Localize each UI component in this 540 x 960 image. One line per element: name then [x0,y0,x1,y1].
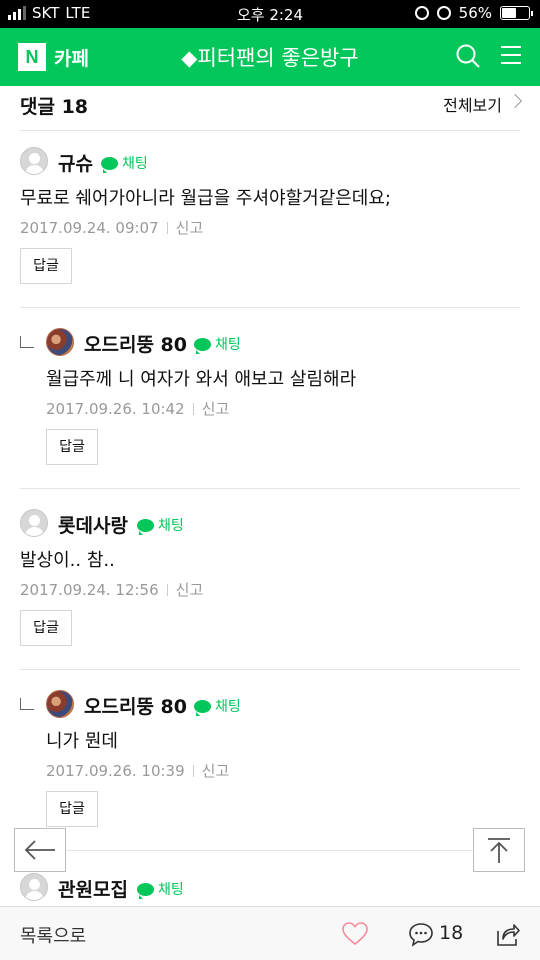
chat-button[interactable]: 채팅 [137,515,184,535]
chat-label: 채팅 [158,882,184,898]
separator [192,764,194,777]
comment-date: 2017.09.24. 12:56 [20,580,159,599]
scroll-top-icon [488,838,510,863]
back-to-list-button[interactable]: 목록으로 [20,922,86,948]
chat-label: 채팅 [215,337,241,353]
comment-count[interactable]: 18 [439,922,463,944]
comment-item: 규슈 채팅 무료로 쉐어가아니라 월급을 주셔야할거같은데요; 2017.09.… [0,131,540,307]
status-bar: SKT LTE 오후 2:24 56% [0,0,540,28]
chat-icon [194,337,211,354]
chat-icon [101,156,118,173]
comment-meta: 2017.09.26. 10:39 신고 [46,760,229,781]
avatar[interactable] [20,873,48,901]
comment-meta: 2017.09.24. 09:07 신고 [20,217,203,238]
view-all-link[interactable]: 전체보기 [443,92,502,116]
comment-date: 2017.09.26. 10:39 [46,761,185,780]
reply-button[interactable]: 답글 [46,429,98,465]
avatar[interactable] [20,509,48,537]
comment-icon[interactable] [408,921,434,947]
lock-rotation-icon [414,6,429,20]
comment-item: 롯데사랑 채팅 발상이.. 참.. 2017.09.24. 12:56 신고 답… [0,489,540,669]
chat-button[interactable]: 채팅 [194,696,241,716]
comment-item: 관원모집 채팅 [0,851,540,906]
battery-icon [500,6,533,20]
chat-icon [137,882,154,899]
report-link[interactable]: 신고 [202,398,230,419]
comment-text: 무료로 쉐어가아니라 월급을 주셔야할거같은데요; [20,188,391,209]
separator [192,402,194,415]
comment-date: 2017.09.26. 10:42 [46,399,185,418]
comment-meta: 2017.09.24. 12:56 신고 [20,579,203,600]
reply-indicator-icon [20,698,34,710]
alarm-icon [436,6,451,20]
reply-button[interactable]: 답글 [46,791,98,827]
report-link[interactable]: 신고 [202,760,230,781]
comment-text: 니가 뭔데 [46,731,118,752]
chat-icon [137,518,154,535]
chat-label: 채팅 [122,156,148,172]
separator [166,583,168,596]
reply-comment-item: 오드리뚱 80 채팅 월급주께 니 여자가 와서 애보고 살림해라 2017.0… [0,308,540,488]
scroll-top-button[interactable] [473,828,525,872]
reply-button[interactable]: 답글 [20,610,72,646]
battery-percent: 56% [458,4,492,22]
comment-text: 월급주께 니 여자가 와서 애보고 살림해라 [46,369,357,390]
chat-label: 채팅 [158,518,184,534]
reply-indicator-icon [20,336,34,348]
battery-fill [502,8,516,18]
chat-icon [194,699,211,716]
comment-author[interactable]: 관원모집 [58,875,128,902]
chat-label: 채팅 [215,699,241,715]
report-link[interactable]: 신고 [176,579,204,600]
reply-comment-item: 오드리뚱 80 채팅 니가 뭔데 2017.09.26. 10:39 신고 답글 [0,670,540,850]
comment-date: 2017.09.24. 09:07 [20,218,159,237]
app-header: N 카페 ◆피터팬의 좋은방구 [0,28,540,86]
comment-author[interactable]: 규슈 [58,149,93,176]
chevron-right-icon[interactable] [507,93,523,109]
bottom-bar: 목록으로 18 [0,906,540,960]
chat-button[interactable]: 채팅 [137,879,184,899]
share-icon[interactable] [494,921,520,947]
comments-header: 댓글 18 전체보기 [0,86,540,130]
chat-button[interactable]: 채팅 [101,153,148,173]
back-button[interactable] [14,828,66,872]
back-arrow-icon [24,840,55,860]
avatar[interactable] [20,147,48,175]
comment-author[interactable]: 오드리뚱 80 [84,330,187,357]
search-icon[interactable] [455,43,481,69]
reply-button[interactable]: 답글 [20,248,72,284]
chat-button[interactable]: 채팅 [194,334,241,354]
comment-text: 발상이.. 참.. [20,550,115,571]
heart-icon[interactable] [342,922,368,946]
comment-author[interactable]: 오드리뚱 80 [84,692,187,719]
comment-meta: 2017.09.26. 10:42 신고 [46,398,229,419]
menu-icon[interactable] [500,44,522,66]
status-right: 56% [414,4,533,22]
comment-count-title: 댓글 18 [20,96,89,118]
separator [166,221,168,234]
avatar[interactable] [46,328,74,356]
report-link[interactable]: 신고 [176,217,204,238]
comment-author[interactable]: 롯데사랑 [58,511,128,538]
avatar[interactable] [46,690,74,718]
